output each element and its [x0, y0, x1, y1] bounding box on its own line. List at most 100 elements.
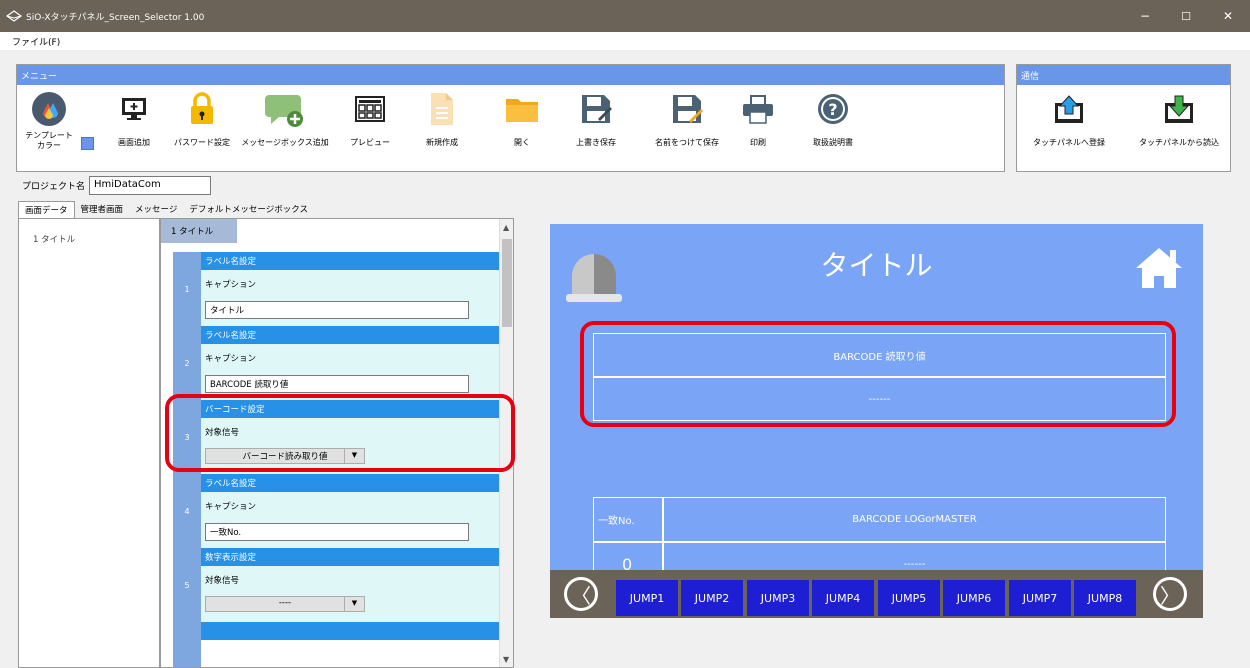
- jump-button[interactable]: JUMP4: [812, 580, 874, 616]
- tab-bar: 画面データ 管理者画面 メッセージ デフォルトメッセージボックス: [18, 201, 314, 219]
- signal-select-value: ----: [278, 598, 292, 608]
- open-label: 開く: [514, 138, 530, 147]
- add-screen-button[interactable]: 画面追加: [95, 89, 173, 157]
- template-color-icon: [32, 92, 66, 126]
- load-from-panel-button[interactable]: タッチパネルから読込: [1129, 89, 1229, 157]
- home-icon[interactable]: [1134, 246, 1184, 290]
- overwrite-save-button[interactable]: 上書き保存: [559, 89, 633, 157]
- close-button[interactable]: ✕: [1208, 0, 1248, 32]
- preview-button[interactable]: プレビュー: [335, 89, 405, 157]
- screen-list: 1 タイトル: [18, 218, 160, 668]
- open-button[interactable]: 開く: [487, 89, 557, 157]
- folder-icon: [506, 99, 538, 122]
- upload-icon: [1055, 95, 1083, 123]
- overwrite-save-label: 上書き保存: [576, 138, 616, 147]
- project-row: プロジェクト名 HmiDataCom: [22, 176, 212, 195]
- register-to-panel-button[interactable]: タッチパネルへ登録: [1023, 89, 1115, 157]
- main-content: メニュー テンプレート カラー 画面追加 パスワード設定 メッセージボックス追加…: [0, 50, 1250, 668]
- scroll-thumb[interactable]: [502, 239, 512, 327]
- tab-default-message-box[interactable]: デフォルトメッセージボックス: [183, 201, 314, 219]
- add-message-box-button[interactable]: メッセージボックス追加: [235, 89, 335, 157]
- app-icon: [6, 10, 22, 22]
- download-icon: [1165, 95, 1193, 123]
- block-label: キャプション: [205, 502, 257, 512]
- register-to-panel-label: タッチパネルへ登録: [1033, 138, 1105, 147]
- template-color-button[interactable]: テンプレート カラー: [19, 89, 79, 157]
- jump-bar: 〈 JUMP1 JUMP2 JUMP3 JUMP4 JUMP5 JUMP6 JU…: [550, 570, 1203, 618]
- jump-button[interactable]: JUMP5: [878, 580, 940, 616]
- block-number: 2: [173, 326, 201, 400]
- block-header: ラベル名設定: [201, 474, 501, 492]
- block-number: 4: [173, 474, 201, 548]
- block-label: 対象信号: [205, 576, 240, 586]
- menu-panel-header: メニュー: [17, 65, 1004, 85]
- load-from-panel-label: タッチパネルから読込: [1139, 138, 1219, 147]
- title-bar: SiO-Xタッチパネル_Screen_Selector 1.00: [0, 0, 1250, 32]
- new-file-label: 新規作成: [426, 138, 458, 147]
- add-screen-icon: [122, 98, 146, 120]
- new-file-icon: [431, 93, 453, 125]
- project-name-label: プロジェクト名: [22, 182, 86, 192]
- tab-message[interactable]: メッセージ: [129, 201, 183, 219]
- printer-icon: [743, 95, 773, 124]
- template-color-label: テンプレート カラー: [25, 131, 73, 150]
- help-icon: ?: [818, 94, 848, 124]
- caption-input[interactable]: 一致No.: [205, 523, 469, 541]
- match-no-label-cell: 一致No.: [593, 497, 663, 542]
- lock-icon: [191, 92, 213, 124]
- save-icon: [582, 95, 612, 123]
- jump-button[interactable]: JUMP8: [1074, 580, 1136, 616]
- manual-label: 取扱説明書: [813, 138, 853, 147]
- highlight-barcode-setting: [165, 394, 515, 472]
- block-header: ラベル名設定: [201, 252, 501, 270]
- jump-button[interactable]: JUMP3: [747, 580, 809, 616]
- prev-page-button[interactable]: 〈: [564, 577, 598, 611]
- color-swatch[interactable]: [81, 137, 94, 150]
- editor-tab[interactable]: 1 タイトル: [161, 219, 237, 243]
- jump-button[interactable]: JUMP1: [616, 580, 678, 616]
- comm-panel-header: 通信: [1017, 65, 1230, 85]
- svg-text:?: ?: [828, 100, 837, 119]
- menu-panel: メニュー テンプレート カラー 画面追加 パスワード設定 メッセージボックス追加…: [16, 64, 1005, 172]
- window-title: SiO-Xタッチパネル_Screen_Selector 1.00: [26, 12, 205, 23]
- minimize-button[interactable]: −: [1125, 0, 1165, 32]
- project-name-input[interactable]: HmiDataCom: [89, 176, 212, 195]
- jump-button[interactable]: JUMP2: [681, 580, 743, 616]
- scroll-down-icon[interactable]: ▼: [503, 655, 509, 664]
- password-settings-label: パスワード設定: [174, 138, 230, 147]
- next-page-button[interactable]: 〉: [1153, 577, 1187, 611]
- print-label: 印刷: [750, 138, 766, 147]
- new-file-button[interactable]: 新規作成: [407, 89, 477, 157]
- block-label: キャプション: [205, 280, 257, 290]
- add-screen-label: 画面追加: [118, 138, 150, 147]
- scroll-up-icon[interactable]: ▲: [503, 223, 509, 232]
- comm-panel: 通信 タッチパネルへ登録 タッチパネルから読込: [1016, 64, 1231, 172]
- block-label: キャプション: [205, 354, 257, 364]
- menu-bar: ファイル(F): [0, 32, 1250, 50]
- manual-button[interactable]: ? 取扱説明書: [793, 89, 873, 157]
- chevron-down-icon: ▼: [344, 597, 364, 611]
- maximize-button[interactable]: ☐: [1166, 0, 1206, 32]
- jump-button[interactable]: JUMP6: [943, 580, 1005, 616]
- save-as-icon: [673, 95, 703, 123]
- caption-input[interactable]: BARCODE 読取り値: [205, 375, 469, 393]
- block-header: ラベル名設定: [201, 326, 501, 344]
- screen-list-item[interactable]: 1 タイトル: [33, 233, 75, 245]
- save-as-label: 名前をつけて保存: [655, 138, 719, 147]
- preview-label: プレビュー: [350, 138, 390, 147]
- preview-icon: [355, 96, 385, 122]
- save-as-button[interactable]: 名前をつけて保存: [639, 89, 735, 157]
- preview-title: タイトル: [820, 249, 933, 282]
- print-button[interactable]: 印刷: [723, 89, 793, 157]
- log-label-cell: BARCODE LOGorMASTER: [663, 497, 1166, 542]
- caption-input[interactable]: タイトル: [205, 301, 469, 319]
- file-menu[interactable]: ファイル(F): [12, 35, 60, 48]
- add-message-icon: [265, 95, 303, 127]
- tab-admin-screen[interactable]: 管理者画面: [75, 201, 130, 219]
- password-settings-button[interactable]: パスワード設定: [163, 89, 241, 157]
- signal-select[interactable]: ---- ▼: [205, 596, 365, 612]
- block-number: 1: [173, 252, 201, 326]
- add-message-box-label: メッセージボックス追加: [241, 138, 329, 147]
- tab-screen-data[interactable]: 画面データ: [18, 201, 75, 219]
- jump-button[interactable]: JUMP7: [1009, 580, 1071, 616]
